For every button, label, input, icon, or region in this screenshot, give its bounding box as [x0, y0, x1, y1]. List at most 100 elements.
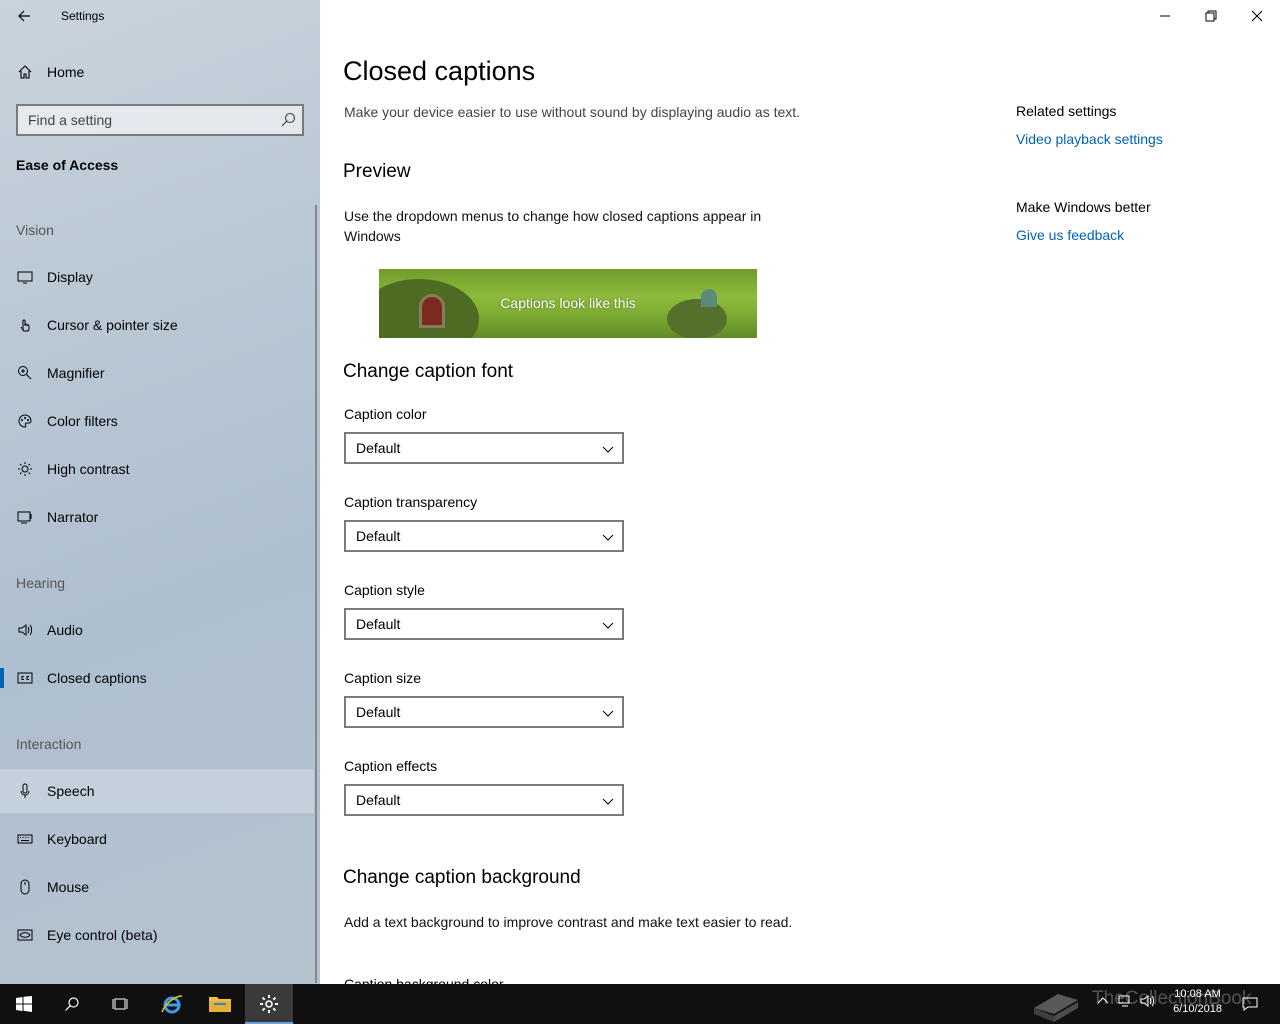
sidebar-item-label: Audio — [47, 622, 83, 638]
sidebar-item-cursor[interactable]: Cursor & pointer size — [0, 303, 314, 347]
caption-color-label: Caption color — [344, 406, 427, 422]
close-button[interactable] — [1234, 0, 1280, 32]
sidebar-item-narrator[interactable]: Narrator — [0, 495, 314, 539]
font-heading: Change caption font — [343, 361, 514, 382]
background-description: Add a text background to improve contras… — [344, 914, 793, 930]
sidebar-item-label: Closed captions — [47, 670, 147, 686]
chevron-down-icon — [602, 710, 614, 717]
search-icon[interactable] — [280, 112, 296, 128]
start-button[interactable] — [0, 984, 48, 1024]
minimize-button[interactable] — [1142, 0, 1188, 32]
video-playback-settings-link[interactable]: Video playback settings — [1016, 131, 1163, 147]
sidebar-item-label: Eye control (beta) — [47, 927, 158, 943]
caption-effects-dropdown[interactable]: Default — [344, 784, 624, 816]
dropdown-value: Default — [356, 528, 401, 544]
closed-captions-icon — [16, 669, 34, 687]
caption-transparency-label: Caption transparency — [344, 494, 478, 510]
caption-effects-label: Caption effects — [344, 758, 438, 774]
sidebar-item-mouse[interactable]: Mouse — [0, 865, 314, 909]
related-settings-heading: Related settings — [1016, 103, 1117, 119]
chevron-down-icon — [602, 534, 614, 541]
keyboard-icon — [16, 830, 34, 848]
search-taskbar-button[interactable] — [48, 984, 96, 1024]
internet-explorer-icon — [161, 995, 183, 1014]
restore-icon — [1205, 10, 1217, 22]
book-logo-icon — [1034, 994, 1078, 1022]
file-explorer-button[interactable] — [196, 984, 244, 1024]
nav-home[interactable]: Home — [0, 52, 320, 92]
sidebar-scrollbar[interactable] — [315, 205, 317, 983]
clock-date: 6/10/2018 — [1173, 1003, 1222, 1015]
back-arrow-icon — [18, 10, 30, 22]
eye-control-icon — [16, 926, 34, 944]
task-view-button[interactable] — [96, 984, 144, 1024]
section-title: Ease of Access — [16, 157, 119, 173]
restore-button[interactable] — [1188, 0, 1234, 32]
sidebar-item-label: Magnifier — [47, 365, 105, 381]
clock[interactable]: 10:08 AM 6/10/2018 — [1173, 987, 1222, 1017]
make-windows-better-heading: Make Windows better — [1016, 199, 1151, 215]
caption-preview-image: Captions look like this — [379, 269, 757, 338]
page-title: Closed captions — [343, 56, 536, 86]
sidebar-item-label: Narrator — [47, 509, 99, 525]
sidebar-item-magnifier[interactable]: Magnifier — [0, 351, 314, 395]
titlebar: Settings — [0, 0, 320, 32]
home-icon — [16, 63, 34, 81]
sidebar-item-color-filters[interactable]: Color filters — [0, 399, 314, 443]
dropdown-value: Default — [356, 704, 401, 720]
sidebar-item-label: Cursor & pointer size — [47, 317, 178, 333]
caption-color-dropdown[interactable]: Default — [344, 432, 624, 464]
sidebar-item-high-contrast[interactable]: High contrast — [0, 447, 314, 491]
sidebar-item-eye-control[interactable]: Eye control (beta) — [0, 913, 314, 957]
caption-background-color-label: Caption background color — [344, 976, 504, 984]
sidebar-item-label: High contrast — [47, 461, 130, 477]
gear-icon — [260, 995, 278, 1013]
sidebar-item-display[interactable]: Display — [0, 255, 314, 299]
group-header-hearing: Hearing — [16, 575, 66, 591]
back-button[interactable] — [8, 4, 40, 28]
sidebar-item-label: Speech — [47, 783, 95, 799]
mouse-icon — [16, 878, 34, 896]
minimize-icon — [1160, 15, 1170, 17]
give-feedback-link[interactable]: Give us feedback — [1016, 227, 1124, 243]
chevron-up-icon[interactable] — [1096, 994, 1110, 1008]
cursor-hand-icon — [16, 316, 34, 334]
action-center-button[interactable] — [1230, 984, 1270, 1024]
sidebar-item-closed-captions[interactable]: Closed captions — [0, 656, 314, 700]
sidebar-item-keyboard[interactable]: Keyboard — [0, 817, 314, 861]
sidebar-item-label: Display — [47, 269, 93, 285]
preview-heading: Preview — [343, 161, 411, 182]
microphone-icon — [16, 782, 34, 800]
preview-caption-text: Captions look like this — [500, 295, 636, 311]
nav-home-label: Home — [47, 64, 85, 80]
search-icon — [65, 997, 79, 1011]
narrator-icon — [16, 508, 34, 526]
system-tray — [1096, 994, 1156, 1008]
search-input[interactable] — [28, 111, 268, 129]
caption-style-label: Caption style — [344, 582, 425, 598]
window-controls — [1142, 0, 1280, 32]
folder-icon — [209, 997, 231, 1012]
caption-size-dropdown[interactable]: Default — [344, 696, 624, 728]
caption-transparency-dropdown[interactable]: Default — [344, 520, 624, 552]
app-title: Settings — [61, 9, 105, 23]
speaker-icon — [16, 621, 34, 639]
sidebar-item-speech[interactable]: Speech — [0, 769, 314, 813]
sidebar-item-label: Color filters — [47, 413, 118, 429]
chevron-down-icon — [602, 622, 614, 629]
caption-style-dropdown[interactable]: Default — [344, 608, 624, 640]
volume-icon[interactable] — [1140, 994, 1156, 1008]
group-header-vision: Vision — [16, 222, 54, 238]
sidebar-item-audio[interactable]: Audio — [0, 608, 314, 652]
notification-icon — [1242, 997, 1258, 1011]
network-icon[interactable] — [1118, 994, 1132, 1008]
magnifier-icon — [16, 364, 34, 382]
monitor-icon — [16, 268, 34, 286]
dropdown-value: Default — [356, 616, 401, 632]
search-box[interactable] — [16, 104, 304, 136]
internet-explorer-button[interactable] — [148, 984, 196, 1024]
taskbar: TheCollectionBook 10:08 AM 6/10/2018 — [0, 984, 1280, 1024]
settings-taskbar-button[interactable] — [245, 984, 293, 1024]
sidebar-item-label: Keyboard — [47, 831, 107, 847]
page-description: Make your device easier to use without s… — [344, 104, 801, 120]
